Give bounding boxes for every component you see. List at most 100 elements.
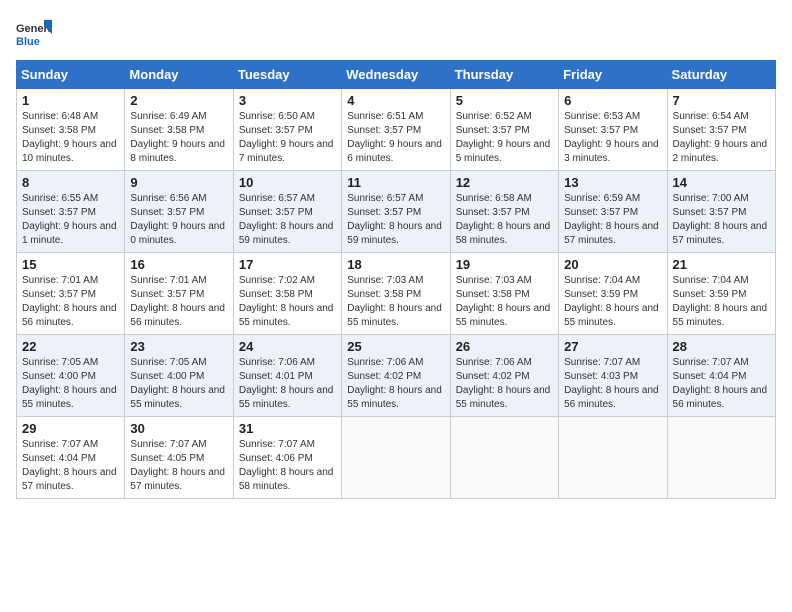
day-number: 17	[239, 257, 336, 272]
day-detail: Sunrise: 6:56 AM Sunset: 3:57 PM Dayligh…	[130, 193, 225, 246]
day-number: 25	[347, 339, 444, 354]
calendar-cell: 14 Sunrise: 7:00 AM Sunset: 3:57 PM Dayli…	[667, 171, 775, 253]
day-number: 21	[673, 257, 770, 272]
day-detail: Sunrise: 7:01 AM Sunset: 3:57 PM Dayligh…	[130, 275, 225, 328]
day-number: 20	[564, 257, 661, 272]
day-detail: Sunrise: 7:07 AM Sunset: 4:06 PM Dayligh…	[239, 439, 334, 492]
calendar-cell: 17 Sunrise: 7:02 AM Sunset: 3:58 PM Dayli…	[233, 253, 341, 335]
day-detail: Sunrise: 6:51 AM Sunset: 3:57 PM Dayligh…	[347, 111, 442, 164]
day-number: 26	[456, 339, 553, 354]
day-detail: Sunrise: 6:57 AM Sunset: 3:57 PM Dayligh…	[347, 193, 442, 246]
day-detail: Sunrise: 7:02 AM Sunset: 3:58 PM Dayligh…	[239, 275, 334, 328]
day-detail: Sunrise: 7:07 AM Sunset: 4:03 PM Dayligh…	[564, 357, 659, 410]
day-number: 15	[22, 257, 119, 272]
calendar-cell: 1Sunrise: 6:48 AM Sunset: 3:58 PM Daylig…	[17, 89, 125, 171]
day-number: 10	[239, 175, 336, 190]
day-number: 5	[456, 93, 553, 108]
day-detail: Sunrise: 7:04 AM Sunset: 3:59 PM Dayligh…	[564, 275, 659, 328]
day-number: 13	[564, 175, 661, 190]
day-number: 11	[347, 175, 444, 190]
calendar-cell: 7 Sunrise: 6:54 AM Sunset: 3:57 PM Daylig…	[667, 89, 775, 171]
day-detail: Sunrise: 7:03 AM Sunset: 3:58 PM Dayligh…	[456, 275, 551, 328]
col-header-saturday: Saturday	[667, 61, 775, 89]
col-header-wednesday: Wednesday	[342, 61, 450, 89]
day-number: 28	[673, 339, 770, 354]
day-number: 8	[22, 175, 119, 190]
day-detail: Sunrise: 7:06 AM Sunset: 4:01 PM Dayligh…	[239, 357, 334, 410]
day-detail: Sunrise: 7:06 AM Sunset: 4:02 PM Dayligh…	[456, 357, 551, 410]
calendar-cell: 11 Sunrise: 6:57 AM Sunset: 3:57 PM Dayli…	[342, 171, 450, 253]
day-number: 14	[673, 175, 770, 190]
day-detail: Sunrise: 6:58 AM Sunset: 3:57 PM Dayligh…	[456, 193, 551, 246]
day-detail: Sunrise: 7:05 AM Sunset: 4:00 PM Dayligh…	[130, 357, 225, 410]
day-number: 30	[130, 421, 227, 436]
calendar-cell: 30Sunrise: 7:07 AM Sunset: 4:05 PM Dayli…	[125, 417, 233, 499]
calendar-cell: 21 Sunrise: 7:04 AM Sunset: 3:59 PM Dayli…	[667, 253, 775, 335]
day-detail: Sunrise: 6:55 AM Sunset: 3:57 PM Dayligh…	[22, 193, 117, 246]
calendar-cell: 28 Sunrise: 7:07 AM Sunset: 4:04 PM Dayli…	[667, 335, 775, 417]
col-header-monday: Monday	[125, 61, 233, 89]
calendar-cell	[559, 417, 667, 499]
col-header-thursday: Thursday	[450, 61, 558, 89]
day-detail: Sunrise: 6:49 AM Sunset: 3:58 PM Dayligh…	[130, 111, 225, 164]
calendar-cell: 19Sunrise: 7:03 AM Sunset: 3:58 PM Dayli…	[450, 253, 558, 335]
day-detail: Sunrise: 6:54 AM Sunset: 3:57 PM Dayligh…	[673, 111, 768, 164]
day-number: 24	[239, 339, 336, 354]
calendar-cell	[342, 417, 450, 499]
day-detail: Sunrise: 7:01 AM Sunset: 3:57 PM Dayligh…	[22, 275, 117, 328]
calendar-cell: 23 Sunrise: 7:05 AM Sunset: 4:00 PM Dayli…	[125, 335, 233, 417]
day-number: 4	[347, 93, 444, 108]
calendar-cell	[667, 417, 775, 499]
calendar-week-row: 15 Sunrise: 7:01 AM Sunset: 3:57 PM Dayli…	[17, 253, 776, 335]
calendar-cell	[450, 417, 558, 499]
calendar-cell: 10 Sunrise: 6:57 AM Sunset: 3:57 PM Dayli…	[233, 171, 341, 253]
col-header-friday: Friday	[559, 61, 667, 89]
calendar-cell: 16 Sunrise: 7:01 AM Sunset: 3:57 PM Dayli…	[125, 253, 233, 335]
day-number: 18	[347, 257, 444, 272]
day-detail: Sunrise: 7:04 AM Sunset: 3:59 PM Dayligh…	[673, 275, 768, 328]
calendar-cell: 20 Sunrise: 7:04 AM Sunset: 3:59 PM Dayli…	[559, 253, 667, 335]
calendar-week-row: 8 Sunrise: 6:55 AM Sunset: 3:57 PM Daylig…	[17, 171, 776, 253]
day-detail: Sunrise: 7:03 AM Sunset: 3:58 PM Dayligh…	[347, 275, 442, 328]
col-header-tuesday: Tuesday	[233, 61, 341, 89]
calendar-cell: 15 Sunrise: 7:01 AM Sunset: 3:57 PM Dayli…	[17, 253, 125, 335]
day-number: 22	[22, 339, 119, 354]
day-detail: Sunrise: 6:50 AM Sunset: 3:57 PM Dayligh…	[239, 111, 334, 164]
calendar-cell: 8 Sunrise: 6:55 AM Sunset: 3:57 PM Daylig…	[17, 171, 125, 253]
logo: General Blue	[16, 16, 52, 52]
calendar-cell: 22 Sunrise: 7:05 AM Sunset: 4:00 PM Dayli…	[17, 335, 125, 417]
calendar-cell: 26 Sunrise: 7:06 AM Sunset: 4:02 PM Dayli…	[450, 335, 558, 417]
day-number: 6	[564, 93, 661, 108]
day-number: 2	[130, 93, 227, 108]
calendar-week-row: 22 Sunrise: 7:05 AM Sunset: 4:00 PM Dayli…	[17, 335, 776, 417]
day-number: 16	[130, 257, 227, 272]
day-detail: Sunrise: 7:05 AM Sunset: 4:00 PM Dayligh…	[22, 357, 117, 410]
day-detail: Sunrise: 7:07 AM Sunset: 4:04 PM Dayligh…	[22, 439, 117, 492]
day-detail: Sunrise: 6:59 AM Sunset: 3:57 PM Dayligh…	[564, 193, 659, 246]
calendar-cell: 6 Sunrise: 6:53 AM Sunset: 3:57 PM Daylig…	[559, 89, 667, 171]
calendar-cell: 29Sunrise: 7:07 AM Sunset: 4:04 PM Dayli…	[17, 417, 125, 499]
day-detail: Sunrise: 7:00 AM Sunset: 3:57 PM Dayligh…	[673, 193, 768, 246]
calendar-week-row: 29Sunrise: 7:07 AM Sunset: 4:04 PM Dayli…	[17, 417, 776, 499]
calendar-cell: 5 Sunrise: 6:52 AM Sunset: 3:57 PM Daylig…	[450, 89, 558, 171]
day-number: 7	[673, 93, 770, 108]
day-detail: Sunrise: 6:48 AM Sunset: 3:58 PM Dayligh…	[22, 111, 117, 164]
calendar-cell: 3Sunrise: 6:50 AM Sunset: 3:57 PM Daylig…	[233, 89, 341, 171]
calendar-cell: 18 Sunrise: 7:03 AM Sunset: 3:58 PM Dayli…	[342, 253, 450, 335]
day-number: 9	[130, 175, 227, 190]
day-detail: Sunrise: 7:07 AM Sunset: 4:04 PM Dayligh…	[673, 357, 768, 410]
calendar-header-row: SundayMondayTuesdayWednesdayThursdayFrid…	[17, 61, 776, 89]
calendar-cell: 13 Sunrise: 6:59 AM Sunset: 3:57 PM Dayli…	[559, 171, 667, 253]
calendar-cell: 2 Sunrise: 6:49 AM Sunset: 3:58 PM Daylig…	[125, 89, 233, 171]
day-detail: Sunrise: 6:52 AM Sunset: 3:57 PM Dayligh…	[456, 111, 551, 164]
calendar-cell: 25Sunrise: 7:06 AM Sunset: 4:02 PM Dayli…	[342, 335, 450, 417]
calendar-cell: 31Sunrise: 7:07 AM Sunset: 4:06 PM Dayli…	[233, 417, 341, 499]
col-header-sunday: Sunday	[17, 61, 125, 89]
day-detail: Sunrise: 6:57 AM Sunset: 3:57 PM Dayligh…	[239, 193, 334, 246]
svg-text:Blue: Blue	[16, 36, 40, 48]
day-number: 23	[130, 339, 227, 354]
page-header: General Blue	[16, 16, 776, 52]
day-number: 27	[564, 339, 661, 354]
calendar-cell: 4 Sunrise: 6:51 AM Sunset: 3:57 PM Daylig…	[342, 89, 450, 171]
day-detail: Sunrise: 6:53 AM Sunset: 3:57 PM Dayligh…	[564, 111, 659, 164]
